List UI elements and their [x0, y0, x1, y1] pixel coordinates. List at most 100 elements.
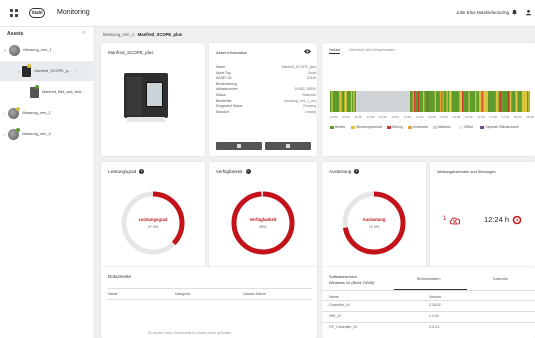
legend-item[interactable]: Geplante Stillstandszeit: [480, 125, 519, 129]
sw-version: 1.4.00: [429, 314, 439, 318]
timeline-segment: [356, 91, 411, 112]
timeline-segment: [348, 91, 350, 112]
legend-item[interactable]: Werkzeugwechsel: [351, 125, 382, 129]
tree-item-messung-3[interactable]: › Messung_nrm_3: [0, 124, 95, 144]
asset-avatar: [8, 106, 21, 119]
col-sw-name[interactable]: Name: [329, 295, 339, 299]
tree-item-messung-1[interactable]: ˅ Messung_nrm_1: [0, 40, 95, 60]
info-row: Standort Leipzig: [216, 110, 316, 115]
axis-tick-label: 18:00: [513, 115, 522, 119]
timeline-segment: [354, 91, 357, 112]
timeline-segment: [499, 91, 502, 112]
maintenance-title: Wartungsintervalle und Störungen: [437, 169, 496, 174]
legend-item[interactable]: Betrieb: [330, 125, 345, 129]
timeline-segment: [506, 91, 508, 112]
cart-icon: [237, 144, 241, 148]
timeline-segment: [527, 91, 529, 112]
grid-icon[interactable]: [10, 9, 18, 17]
info-row: Beschreibung -: [216, 82, 316, 87]
timeline-segment: [502, 91, 504, 112]
tab-kalender[interactable]: Kalender: [493, 277, 508, 281]
timeline-segment: [350, 91, 353, 112]
eye-icon[interactable]: [304, 49, 311, 54]
device-title: Manfred_SCOPE_plus: [108, 50, 154, 55]
chevron-icon[interactable]: ›: [4, 111, 5, 116]
breadcrumb-parent[interactable]: Messung_nrm_1 ›: [103, 32, 138, 37]
gauge-value: 72.3%: [368, 225, 380, 229]
chevron-down-icon[interactable]: ˅: [4, 48, 6, 53]
sw-version: 2.18.02: [429, 303, 441, 307]
col-upload-date[interactable]: Upload-Datum: [243, 292, 266, 296]
tree-item-manfred-scope[interactable]: › Manfred_SCOPE_p... ›: [0, 61, 95, 81]
axis-tick-label: 15:30: [452, 115, 461, 119]
timeline-segment: [510, 91, 512, 112]
legend-item[interactable]: Offline: [459, 125, 473, 129]
timeline-segment: [450, 91, 452, 112]
timeline-segment: [430, 91, 433, 112]
timeline-segment: [459, 91, 461, 112]
chevron-icon[interactable]: ›: [4, 132, 5, 137]
legend-item[interactable]: Störung: [386, 125, 403, 129]
dots-icon: [286, 144, 290, 148]
info-key: Standort: [216, 109, 229, 114]
breadcrumb: Messung_nrm_1 › Manfred_SCOPE_plus: [103, 32, 182, 37]
info-value: Running: [303, 104, 316, 109]
timeline-segment: [451, 91, 454, 112]
tab-verlauf[interactable]: Verlauf: [329, 48, 341, 54]
timeline-segment: [501, 91, 503, 112]
info-key: Artikelnummer: [216, 87, 238, 92]
timeline-segment: [521, 91, 524, 112]
chevron-icon[interactable]: ›: [18, 69, 19, 74]
axis-tick-label: 18:30: [526, 115, 534, 119]
timeline-segment: [463, 91, 465, 112]
timeline-segment: [442, 91, 444, 112]
cart-button[interactable]: [216, 142, 262, 150]
gauge-leistungsgrad: Leistungsgrad 37.3%: [118, 188, 188, 258]
tree-item-manfred-bild[interactable]: Manfred_Bild_abc_test...: [0, 82, 95, 102]
timeline-tabs: Verlauf Übersicht aller Ereignisdaten: [327, 46, 527, 56]
info-icon[interactable]: i: [139, 169, 145, 175]
info-icon[interactable]: i: [245, 169, 251, 175]
legend-label: Stillstand: [437, 125, 451, 129]
gauge-label: Leistungsgrad: [138, 217, 168, 222]
col-name[interactable]: Name: [108, 292, 118, 296]
tab-uebersicht[interactable]: Übersicht aller Ereignisdaten: [349, 48, 395, 52]
legend-label: Geplante Stillstandszeit: [485, 125, 519, 129]
timeline-segment: [477, 91, 480, 112]
user-icon[interactable]: [525, 9, 532, 16]
maintenance-card: Wartungsintervalle und Störungen 1 12:24…: [430, 162, 535, 282]
info-value: messung_nrm_1_ma: [284, 98, 316, 103]
timeline-segment: [525, 91, 528, 112]
timeline-bar[interactable]: [330, 91, 530, 112]
timeline-segment: [460, 91, 463, 112]
timeline-segment: [346, 91, 349, 112]
tab-betriebsdaten[interactable]: Betriebsdaten: [417, 277, 440, 281]
legend-item[interactable]: Unbekannt: [407, 125, 428, 129]
axis-tick-label: 12:30: [379, 115, 387, 119]
timeline-segment: [476, 91, 478, 112]
legend-item[interactable]: Stillstand: [432, 125, 451, 129]
info-key: Status: [216, 93, 226, 97]
timeline-segment: [449, 91, 451, 112]
bell-icon[interactable]: [511, 9, 518, 16]
col-category[interactable]: Kategorie: [175, 292, 190, 296]
timeline-segment: [512, 91, 515, 112]
info-icon[interactable]: i: [354, 169, 360, 175]
collapse-icon[interactable]: «: [82, 30, 88, 36]
timeline-segment: [349, 91, 351, 112]
timeline-segment: [475, 91, 477, 112]
timeline-segment: [331, 91, 333, 112]
gauge-value: 37.3%: [147, 225, 159, 229]
timeline-segment: [469, 91, 472, 112]
timeline-segment: [333, 91, 336, 112]
axis-tick-label: 17:30: [501, 115, 510, 119]
asset-sidebar: Assets « ˅ Messung_nrm_1 › Manfred_SCOPE…: [0, 27, 95, 338]
more-button[interactable]: [265, 142, 311, 150]
timeline-segment: [353, 91, 355, 112]
company-name[interactable]: Jolle Else Maskinfacturing: [456, 10, 509, 15]
col-sw-version[interactable]: Version: [429, 295, 441, 299]
timeline-segment: [340, 91, 342, 112]
timeline-segment: [424, 91, 426, 112]
tree-item-messung-2[interactable]: › Messung_nrm_2: [0, 103, 95, 123]
kpi-title: Auslastung i: [329, 169, 360, 175]
